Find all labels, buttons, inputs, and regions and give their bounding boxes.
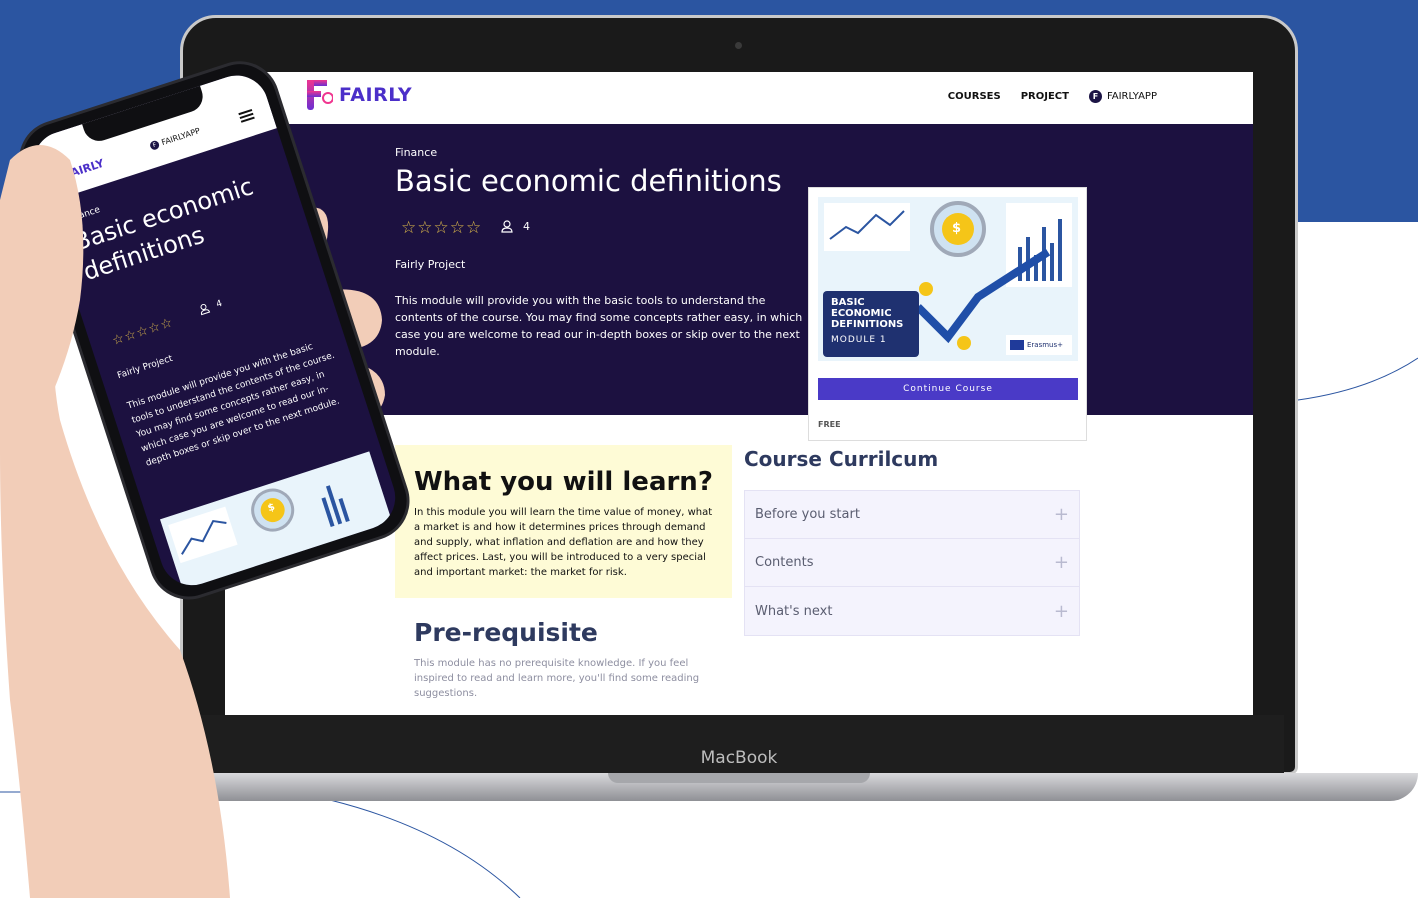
prerequisite-title: Pre-requisite bbox=[414, 618, 598, 647]
price-label: FREE bbox=[818, 420, 841, 429]
curriculum-item-label: What's next bbox=[755, 603, 833, 619]
phone-logo-text: FAIRLY bbox=[62, 156, 106, 182]
phone-course-description: This module will provide you with the ba… bbox=[126, 341, 341, 469]
fairly-logo[interactable]: FAIRLY bbox=[307, 80, 412, 110]
prerequisite-text: This module has no prerequisite knowledg… bbox=[414, 658, 700, 699]
user-icon bbox=[200, 303, 211, 316]
nav-fairlyapp[interactable]: F FAIRLYAPP bbox=[1088, 90, 1157, 103]
enrolled-count: 4 bbox=[501, 220, 530, 233]
curriculum-item-label: Contents bbox=[755, 555, 814, 570]
course-card: $ BASIC ECONOMIC DEFINITIONS MODULE 1 Er… bbox=[808, 187, 1087, 441]
erasmus-label: Erasmus+ bbox=[1027, 341, 1064, 349]
thumbnail-module: MODULE 1 bbox=[831, 335, 887, 345]
eu-flag-icon bbox=[1010, 340, 1024, 350]
thumbnail-title-line-3: DEFINITIONS bbox=[831, 319, 904, 330]
fairlyapp-label: FAIRLYAPP bbox=[1106, 91, 1157, 102]
plus-icon[interactable]: + bbox=[1054, 504, 1069, 525]
fairlyapp-icon: F bbox=[148, 139, 161, 151]
phone-course-thumbnail: $ bbox=[160, 451, 398, 594]
curriculum-title: Course Currilcum bbox=[744, 447, 939, 471]
user-icon bbox=[501, 220, 513, 233]
course-title: Basic economic definitions bbox=[395, 164, 782, 198]
fairlyapp-icon: F bbox=[1088, 90, 1102, 103]
phone-fairly-logo[interactable]: FAIRLY bbox=[49, 156, 106, 186]
plus-icon[interactable]: + bbox=[1054, 601, 1069, 622]
course-project[interactable]: Fairly Project bbox=[395, 258, 465, 271]
erasmus-badge: Erasmus+ bbox=[1006, 335, 1072, 355]
phone-star-rating[interactable]: ☆☆☆☆☆ bbox=[110, 314, 175, 349]
phone-fairlyapp[interactable]: F FAIRLYAPP bbox=[148, 126, 202, 151]
learn-text: In this module you will learn the time v… bbox=[414, 507, 713, 578]
thumbnail-title-line-2: ECONOMIC bbox=[831, 308, 892, 319]
fairly-logo-icon bbox=[49, 169, 65, 186]
star-rating[interactable]: ☆☆☆☆☆ bbox=[401, 218, 482, 238]
curriculum-item-label: Before you start bbox=[755, 507, 860, 522]
coin-symbol: $ bbox=[952, 221, 962, 236]
laptop-hinge-notch bbox=[608, 773, 870, 783]
phone-course-project[interactable]: Fairly Project bbox=[116, 354, 174, 381]
thumbnail-title-line-1: BASIC bbox=[831, 297, 865, 308]
curriculum-accordion: Before you start + Contents + What's nex… bbox=[744, 490, 1080, 636]
curriculum-item-before-you-start[interactable]: Before you start + bbox=[745, 491, 1079, 539]
phone-course-title: Basic economic definitions bbox=[70, 172, 257, 287]
curriculum-item-whats-next[interactable]: What's next + bbox=[745, 587, 1079, 635]
enrolled-count-value: 4 bbox=[523, 220, 530, 233]
course-thumbnail: $ BASIC ECONOMIC DEFINITIONS MODULE 1 Er… bbox=[818, 197, 1078, 361]
camera-icon bbox=[735, 42, 742, 49]
curriculum-item-contents[interactable]: Contents + bbox=[745, 539, 1079, 587]
thumbnail-title: BASIC ECONOMIC DEFINITIONS MODULE 1 bbox=[823, 291, 919, 357]
plus-icon[interactable]: + bbox=[1054, 552, 1069, 573]
logo-text: FAIRLY bbox=[339, 84, 413, 106]
phone-course-illustration bbox=[168, 485, 350, 564]
course-category[interactable]: Finance bbox=[395, 146, 437, 159]
phone-fairlyapp-label: FAIRLYAPP bbox=[160, 126, 202, 148]
nav-courses[interactable]: COURSES bbox=[948, 91, 1001, 102]
nav-links: COURSES PROJECT F FAIRLYAPP bbox=[948, 90, 1157, 103]
top-nav: FAIRLY COURSES PROJECT F FAIRLYAPP bbox=[225, 72, 1253, 124]
phone-enrolled-count-value: 4 bbox=[214, 298, 224, 310]
mockup-stage: MacBook FAIRLY COURSES PROJECT F FAIRLYA… bbox=[0, 0, 1418, 898]
laptop-brand: MacBook bbox=[700, 748, 778, 768]
continue-course-button[interactable]: Continue Course bbox=[818, 378, 1078, 400]
phone-enrolled-count: 4 bbox=[198, 298, 224, 316]
course-description: This module will provide you with the ba… bbox=[395, 294, 803, 358]
learn-title: What you will learn? bbox=[414, 467, 713, 497]
nav-project[interactable]: PROJECT bbox=[1021, 91, 1069, 102]
hamburger-menu-icon[interactable] bbox=[238, 108, 255, 123]
